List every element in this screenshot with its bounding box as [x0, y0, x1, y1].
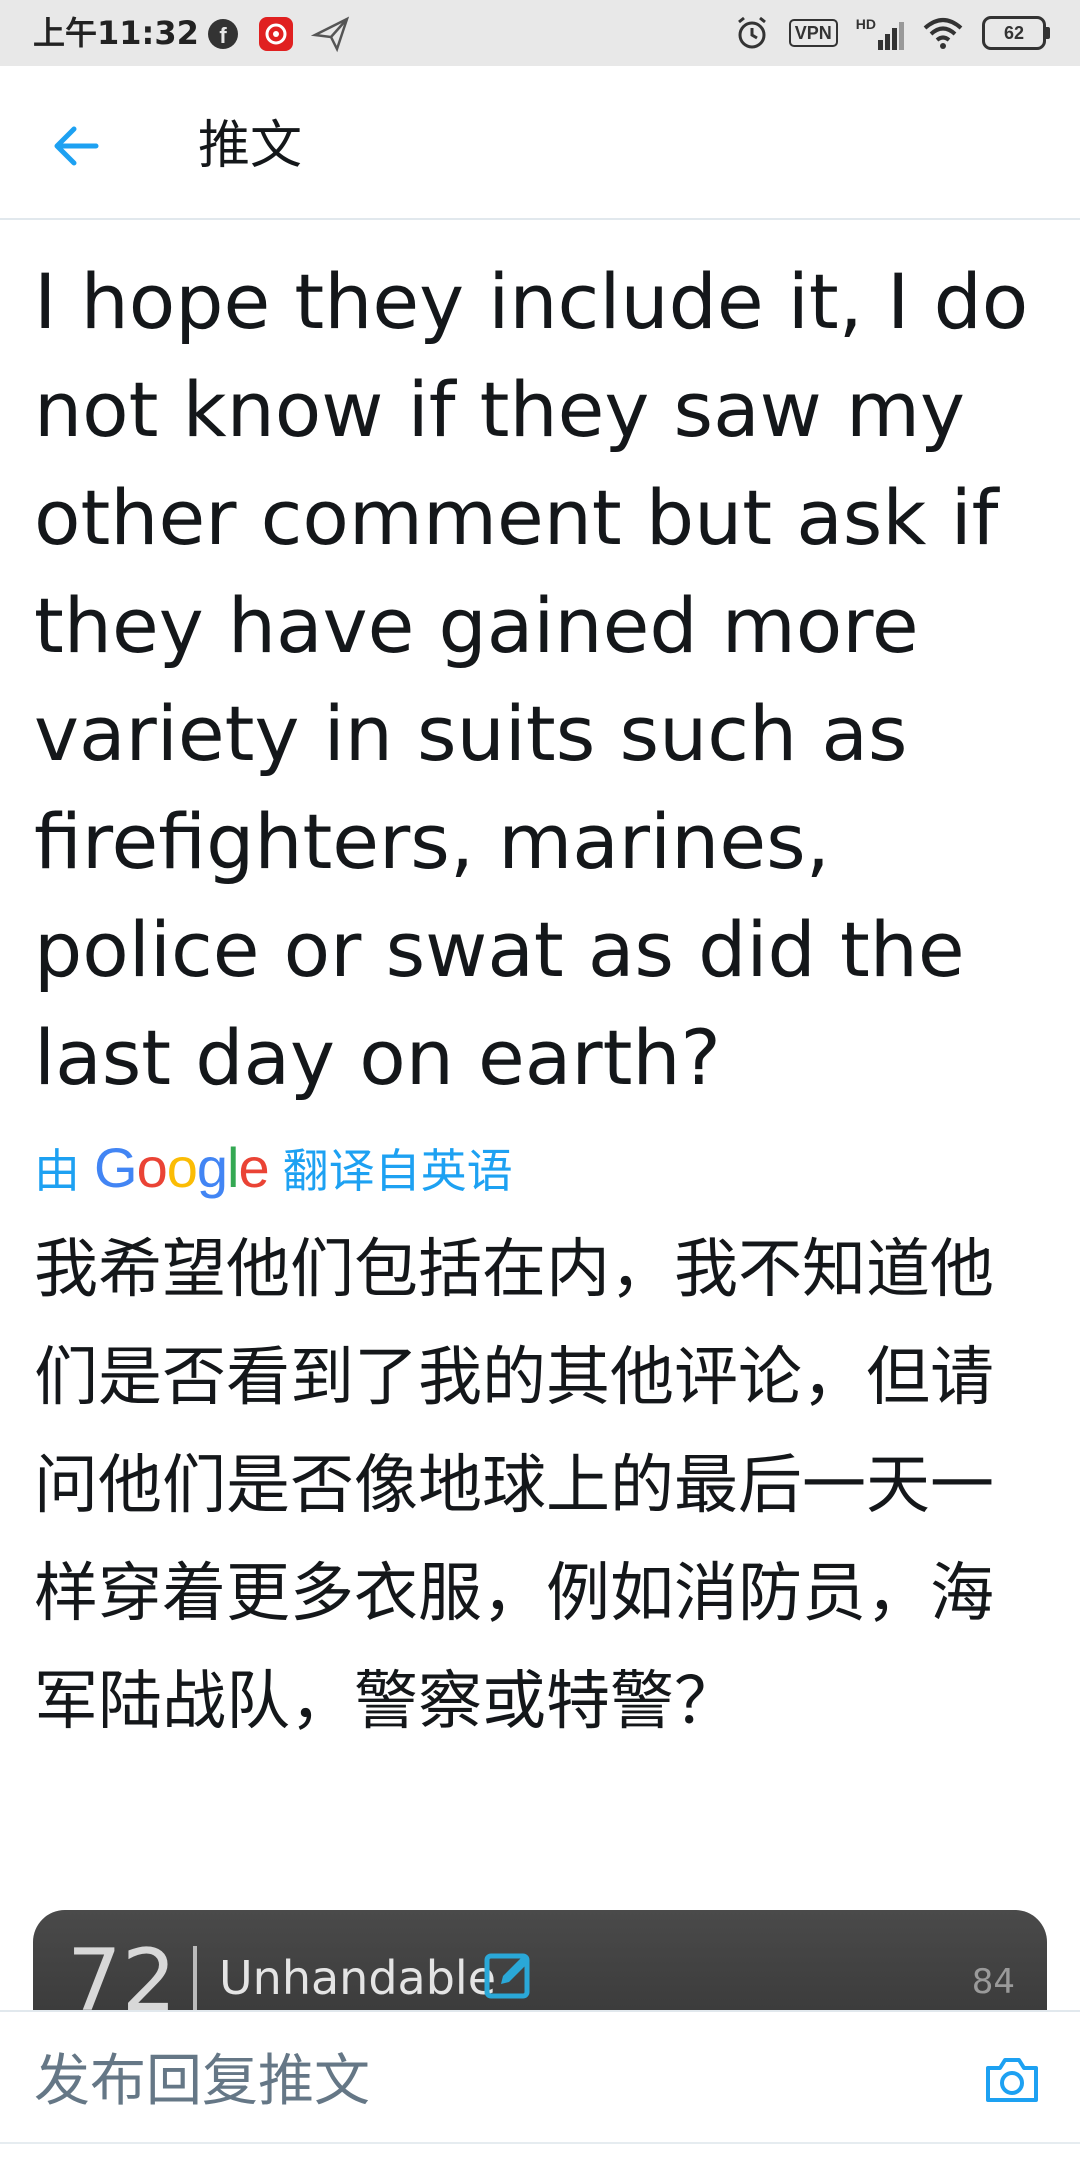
edit-icon: [484, 1953, 530, 1999]
page-title: 推文: [198, 116, 303, 176]
battery-level: 62: [1003, 22, 1025, 43]
bottom-divider: [0, 2142, 1080, 2162]
translation-suffix: 翻译自英语: [282, 1144, 513, 1198]
facebook-icon: f: [208, 19, 238, 49]
vpn-label: VPN: [794, 23, 832, 43]
battery-icon: 62: [982, 16, 1050, 50]
media-stat-label: Unhandable: [219, 1951, 496, 2005]
reply-bar: 发布回复推文: [0, 2010, 1080, 2144]
paper-plane-icon: [311, 16, 350, 53]
vpn-icon: VPN: [788, 19, 838, 47]
media-stat-max: 84: [971, 1962, 1015, 2002]
app-header: 推文: [0, 66, 1080, 220]
alarm-icon: [737, 16, 766, 49]
reply-input[interactable]: 发布回复推文: [34, 2046, 370, 2118]
hd-label: HD: [855, 16, 876, 32]
svg-text:f: f: [219, 23, 227, 48]
music-app-icon: [259, 17, 293, 51]
notification-icons: f: [205, 14, 351, 54]
camera-icon[interactable]: [980, 2048, 1044, 2112]
system-icons: VPN HD 62: [733, 12, 1050, 54]
translated-text: 我希望他们包括在内，我不知道他们是否看到了我的其他评论，但请问他们是否像地球上的…: [34, 1233, 994, 1739]
translation-prefix: 由: [34, 1144, 80, 1198]
signal-icon: HD: [856, 16, 904, 50]
status-time: 上午11:32: [33, 14, 199, 52]
google-logo: Google: [94, 1136, 270, 1199]
status-bar: 上午11:32 f VPN HD 62: [0, 0, 1080, 66]
back-arrow-icon: [54, 126, 99, 166]
back-button[interactable]: [40, 110, 112, 182]
translation-attribution[interactable]: 由 Google 翻译自英语: [34, 1138, 513, 1201]
wifi-icon: [923, 18, 963, 49]
tweet-text: I hope they include it, I do not know if…: [34, 257, 1029, 1102]
